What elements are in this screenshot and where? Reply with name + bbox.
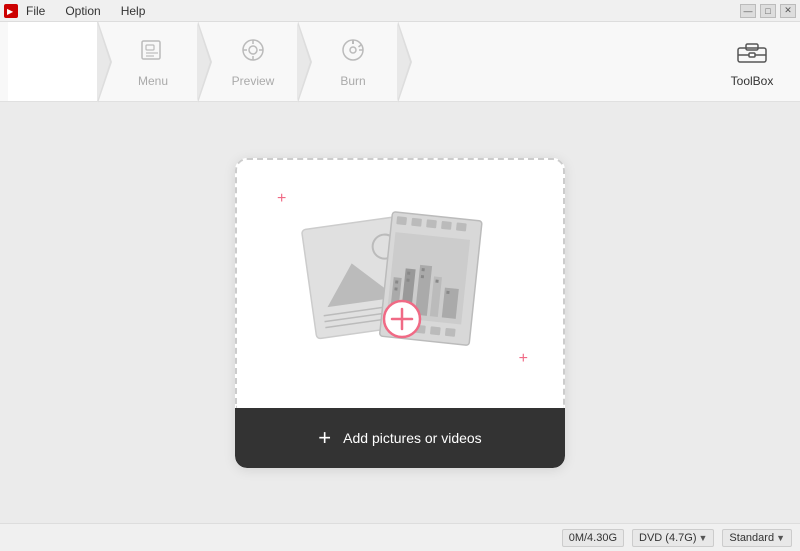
svg-text:▶: ▶ (7, 7, 14, 16)
burn-tab-icon (339, 36, 367, 70)
menu-option[interactable]: Option (61, 4, 104, 18)
tab-preview[interactable]: Preview (208, 22, 298, 101)
add-media-button[interactable]: + Add pictures or videos (235, 408, 565, 468)
toolbox-button[interactable]: ToolBox (712, 22, 792, 101)
menu-file[interactable]: File (22, 4, 49, 18)
sparkle-topleft: + (277, 190, 286, 208)
nav-tabs: Source Menu (8, 22, 712, 101)
close-button[interactable]: ✕ (780, 4, 796, 18)
quality-value: Standard (729, 532, 774, 544)
title-bar: ▶ File Option Help — □ ✕ (0, 0, 800, 22)
menu-tab-icon (139, 36, 167, 70)
toolbox-icon (736, 36, 768, 70)
storage-indicator: 0M/4.30G (562, 529, 624, 547)
tab-source[interactable]: Source (8, 22, 98, 101)
preview-tab-label: Preview (232, 74, 275, 88)
add-media-label: Add pictures or videos (343, 430, 482, 446)
quality-chevron: ▼ (776, 533, 785, 543)
storage-value: 0M/4.30G (569, 532, 617, 544)
menu-help[interactable]: Help (117, 4, 150, 18)
preview-tab-icon (239, 36, 267, 70)
toolbox-label: ToolBox (731, 74, 774, 88)
drop-zone-visual: + + (235, 158, 565, 408)
disc-type-chevron: ▼ (699, 533, 708, 543)
disc-type-selector[interactable]: DVD (4.7G) ▼ (632, 529, 714, 547)
burn-tab-label: Burn (340, 74, 365, 88)
maximize-button[interactable]: □ (760, 4, 776, 18)
tab-menu[interactable]: Menu (108, 22, 198, 101)
drop-zone[interactable]: + + (235, 158, 565, 468)
status-bar: 0M/4.30G DVD (4.7G) ▼ Standard ▼ (0, 523, 800, 551)
add-plus-icon: + (318, 425, 331, 451)
minimize-button[interactable]: — (740, 4, 756, 18)
menu-bar: File Option Help (22, 4, 740, 18)
sparkle-bottomright: + (519, 350, 528, 368)
nav-bar: Source Menu (0, 22, 800, 102)
main-content: + + (0, 102, 800, 523)
app-icon: ▶ (4, 4, 18, 18)
menu-tab-label: Menu (138, 74, 168, 88)
quality-selector[interactable]: Standard ▼ (722, 529, 792, 547)
media-illustration (290, 191, 510, 376)
tab-burn[interactable]: Burn (308, 22, 398, 101)
disc-type-value: DVD (4.7G) (639, 532, 696, 544)
window-controls: — □ ✕ (740, 4, 796, 18)
